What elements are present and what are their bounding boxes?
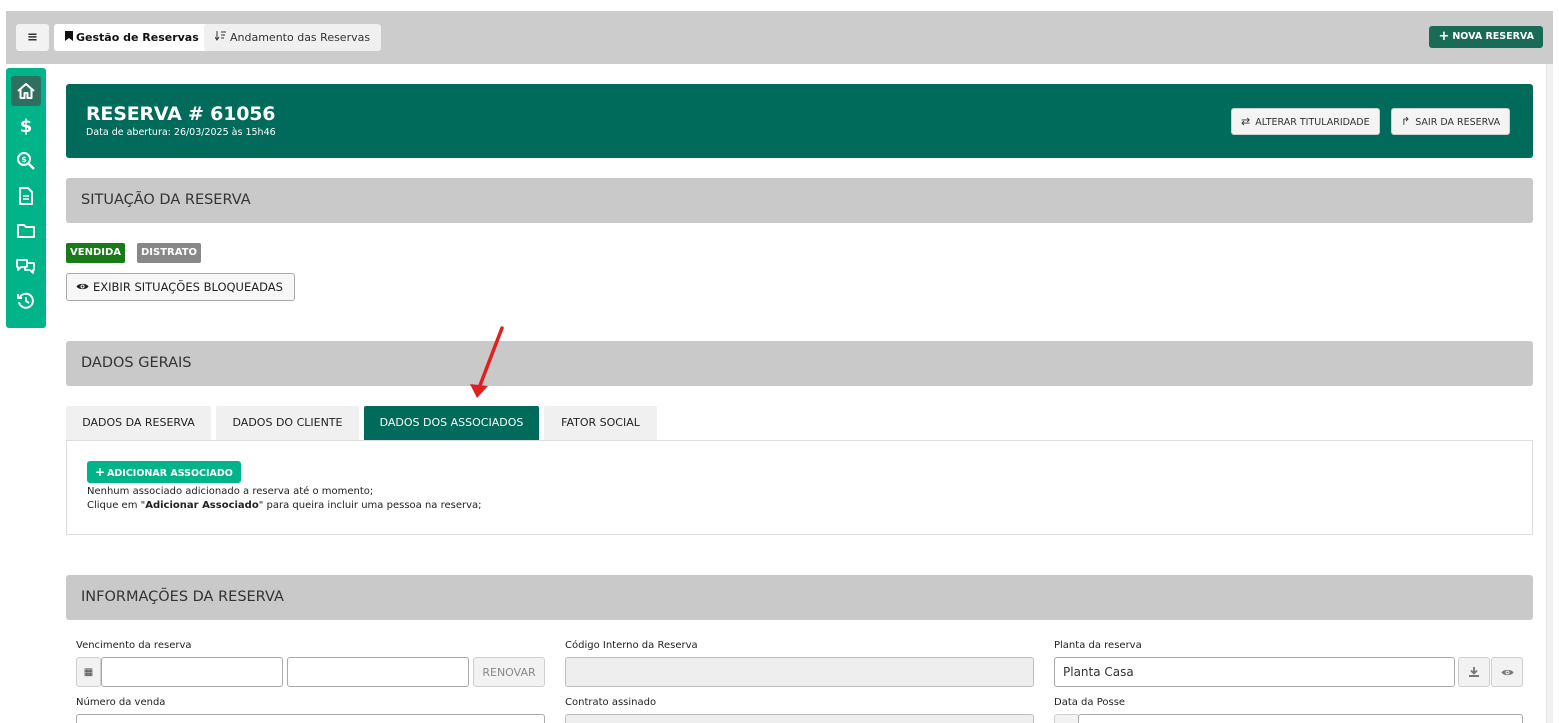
sair-label: SAIR DA RESERVA <box>1415 117 1501 128</box>
nova-reserva-button[interactable]: + NOVA RESERVA <box>1429 26 1543 48</box>
tab-dados-associados[interactable]: DADOS DOS ASSOCIADOS <box>364 406 539 440</box>
history-icon[interactable] <box>11 286 41 316</box>
contrato-label: Contrato assinado <box>565 697 657 708</box>
svg-text:$: $ <box>21 155 27 164</box>
nova-reserva-label: NOVA RESERVA <box>1452 31 1534 42</box>
adicionar-associado-button[interactable]: + ADICIONAR ASSOCIADO <box>87 461 241 483</box>
top-bar: ≡ Gestão de Reservas Andamento das Reser… <box>6 11 1553 64</box>
vencimento-time-input[interactable] <box>287 657 469 687</box>
reserva-title: RESERVA # 61056 <box>86 103 276 125</box>
associados-panel: + ADICIONAR ASSOCIADO Nenhum associado ad… <box>66 440 1533 535</box>
menu-button[interactable]: ≡ <box>16 24 49 51</box>
section-dados-gerais: DADOS GERAIS <box>66 341 1533 386</box>
adicionar-label: ADICIONAR ASSOCIADO <box>107 468 233 479</box>
tab-gestao-reservas[interactable]: Gestão de Reservas <box>54 24 210 51</box>
share-arrow-icon: ↱ <box>1401 115 1411 128</box>
contrato-input[interactable] <box>565 714 1034 723</box>
hamburger-icon: ≡ <box>27 30 38 45</box>
hint-post: " para queira incluir uma pessoa na rese… <box>258 500 482 511</box>
search-dollar-icon[interactable]: $ <box>11 146 41 176</box>
annotation-arrow-icon <box>470 326 504 398</box>
reserva-opening-date: Data de abertura: 26/03/2025 às 15h46 <box>86 127 276 138</box>
exibir-situacoes-button[interactable]: EXIBIR SITUAÇÕES BLOQUEADAS <box>66 273 295 301</box>
section-informacoes: INFORMAÇÕES DA RESERVA <box>66 575 1533 620</box>
home-icon[interactable] <box>11 76 41 106</box>
page: ≡ Gestão de Reservas Andamento das Reser… <box>0 0 1559 723</box>
status-badge-distrato: DISTRATO <box>137 243 202 263</box>
svg-text:$: $ <box>20 116 33 136</box>
section-situacao: SITUAÇÃO DA RESERVA <box>66 178 1533 223</box>
exibir-label: EXIBIR SITUAÇÕES BLOQUEADAS <box>93 280 283 294</box>
planta-label: Planta da reserva <box>1054 640 1142 651</box>
status-badge-vendida: VENDIDA <box>66 243 126 263</box>
chat-icon[interactable] <box>11 251 41 281</box>
tab-fator-social[interactable]: FATOR SOCIAL <box>544 406 657 440</box>
calendar-icon: ▦ <box>76 657 101 687</box>
eye-icon <box>76 280 89 294</box>
numero-venda-label: Número da venda <box>76 697 166 708</box>
vencimento-label: Vencimento da reserva <box>76 640 192 651</box>
view-eye-icon[interactable] <box>1491 657 1523 687</box>
codigo-input[interactable] <box>565 657 1034 687</box>
tab-dados-reserva[interactable]: DADOS DA RESERVA <box>66 406 211 440</box>
sair-reserva-button[interactable]: ↱ SAIR DA RESERVA <box>1391 108 1511 135</box>
hint-message: Clique em "Adicionar Associado" para que… <box>87 500 482 511</box>
section-dados-gerais-title: DADOS GERAIS <box>81 355 192 371</box>
hint-pre: Clique em " <box>87 500 146 511</box>
sort-icon <box>214 25 227 52</box>
data-posse-label: Data da Posse <box>1054 697 1126 708</box>
scrollbar[interactable] <box>1546 64 1553 723</box>
folder-icon[interactable] <box>11 216 41 246</box>
tab-andamento-label: Andamento das Reservas <box>230 31 371 44</box>
document-icon[interactable] <box>11 181 41 211</box>
tab-gestao-label: Gestão de Reservas <box>76 31 199 44</box>
app-frame: ≡ Gestão de Reservas Andamento das Reser… <box>6 11 1553 723</box>
reserva-header: RESERVA # 61056 Data de abertura: 26/03/… <box>66 84 1533 158</box>
section-informacoes-title: INFORMAÇÕES DA RESERVA <box>81 589 284 605</box>
renovar-button[interactable]: RENOVAR <box>473 657 545 687</box>
numero-venda-input[interactable] <box>76 714 545 723</box>
plus-icon: + <box>1438 29 1450 44</box>
dollar-icon[interactable]: $ <box>11 111 41 141</box>
codigo-label: Código Interno da Reserva <box>565 640 698 651</box>
plus-icon: + <box>95 465 106 479</box>
bookmark-icon <box>65 25 73 52</box>
alterar-label: ALTERAR TITULARIDADE <box>1255 117 1370 128</box>
empty-message: Nenhum associado adicionado a reserva at… <box>87 486 374 497</box>
data-posse-input[interactable] <box>1078 714 1523 723</box>
side-nav: $ $ <box>6 68 46 328</box>
vencimento-date-input[interactable] <box>101 657 283 687</box>
swap-icon: ⇄ <box>1241 115 1251 128</box>
download-icon[interactable] <box>1458 657 1490 687</box>
hint-bold: Adicionar Associado <box>145 500 259 511</box>
posse-calendar-icon <box>1054 714 1079 723</box>
section-situacao-title: SITUAÇÃO DA RESERVA <box>81 192 251 208</box>
alterar-titularidade-button[interactable]: ⇄ ALTERAR TITULARIDADE <box>1231 108 1380 135</box>
tab-andamento-reservas[interactable]: Andamento das Reservas <box>204 24 382 52</box>
planta-input[interactable]: Planta Casa <box>1054 657 1455 687</box>
tab-dados-cliente[interactable]: DADOS DO CLIENTE <box>216 406 359 440</box>
